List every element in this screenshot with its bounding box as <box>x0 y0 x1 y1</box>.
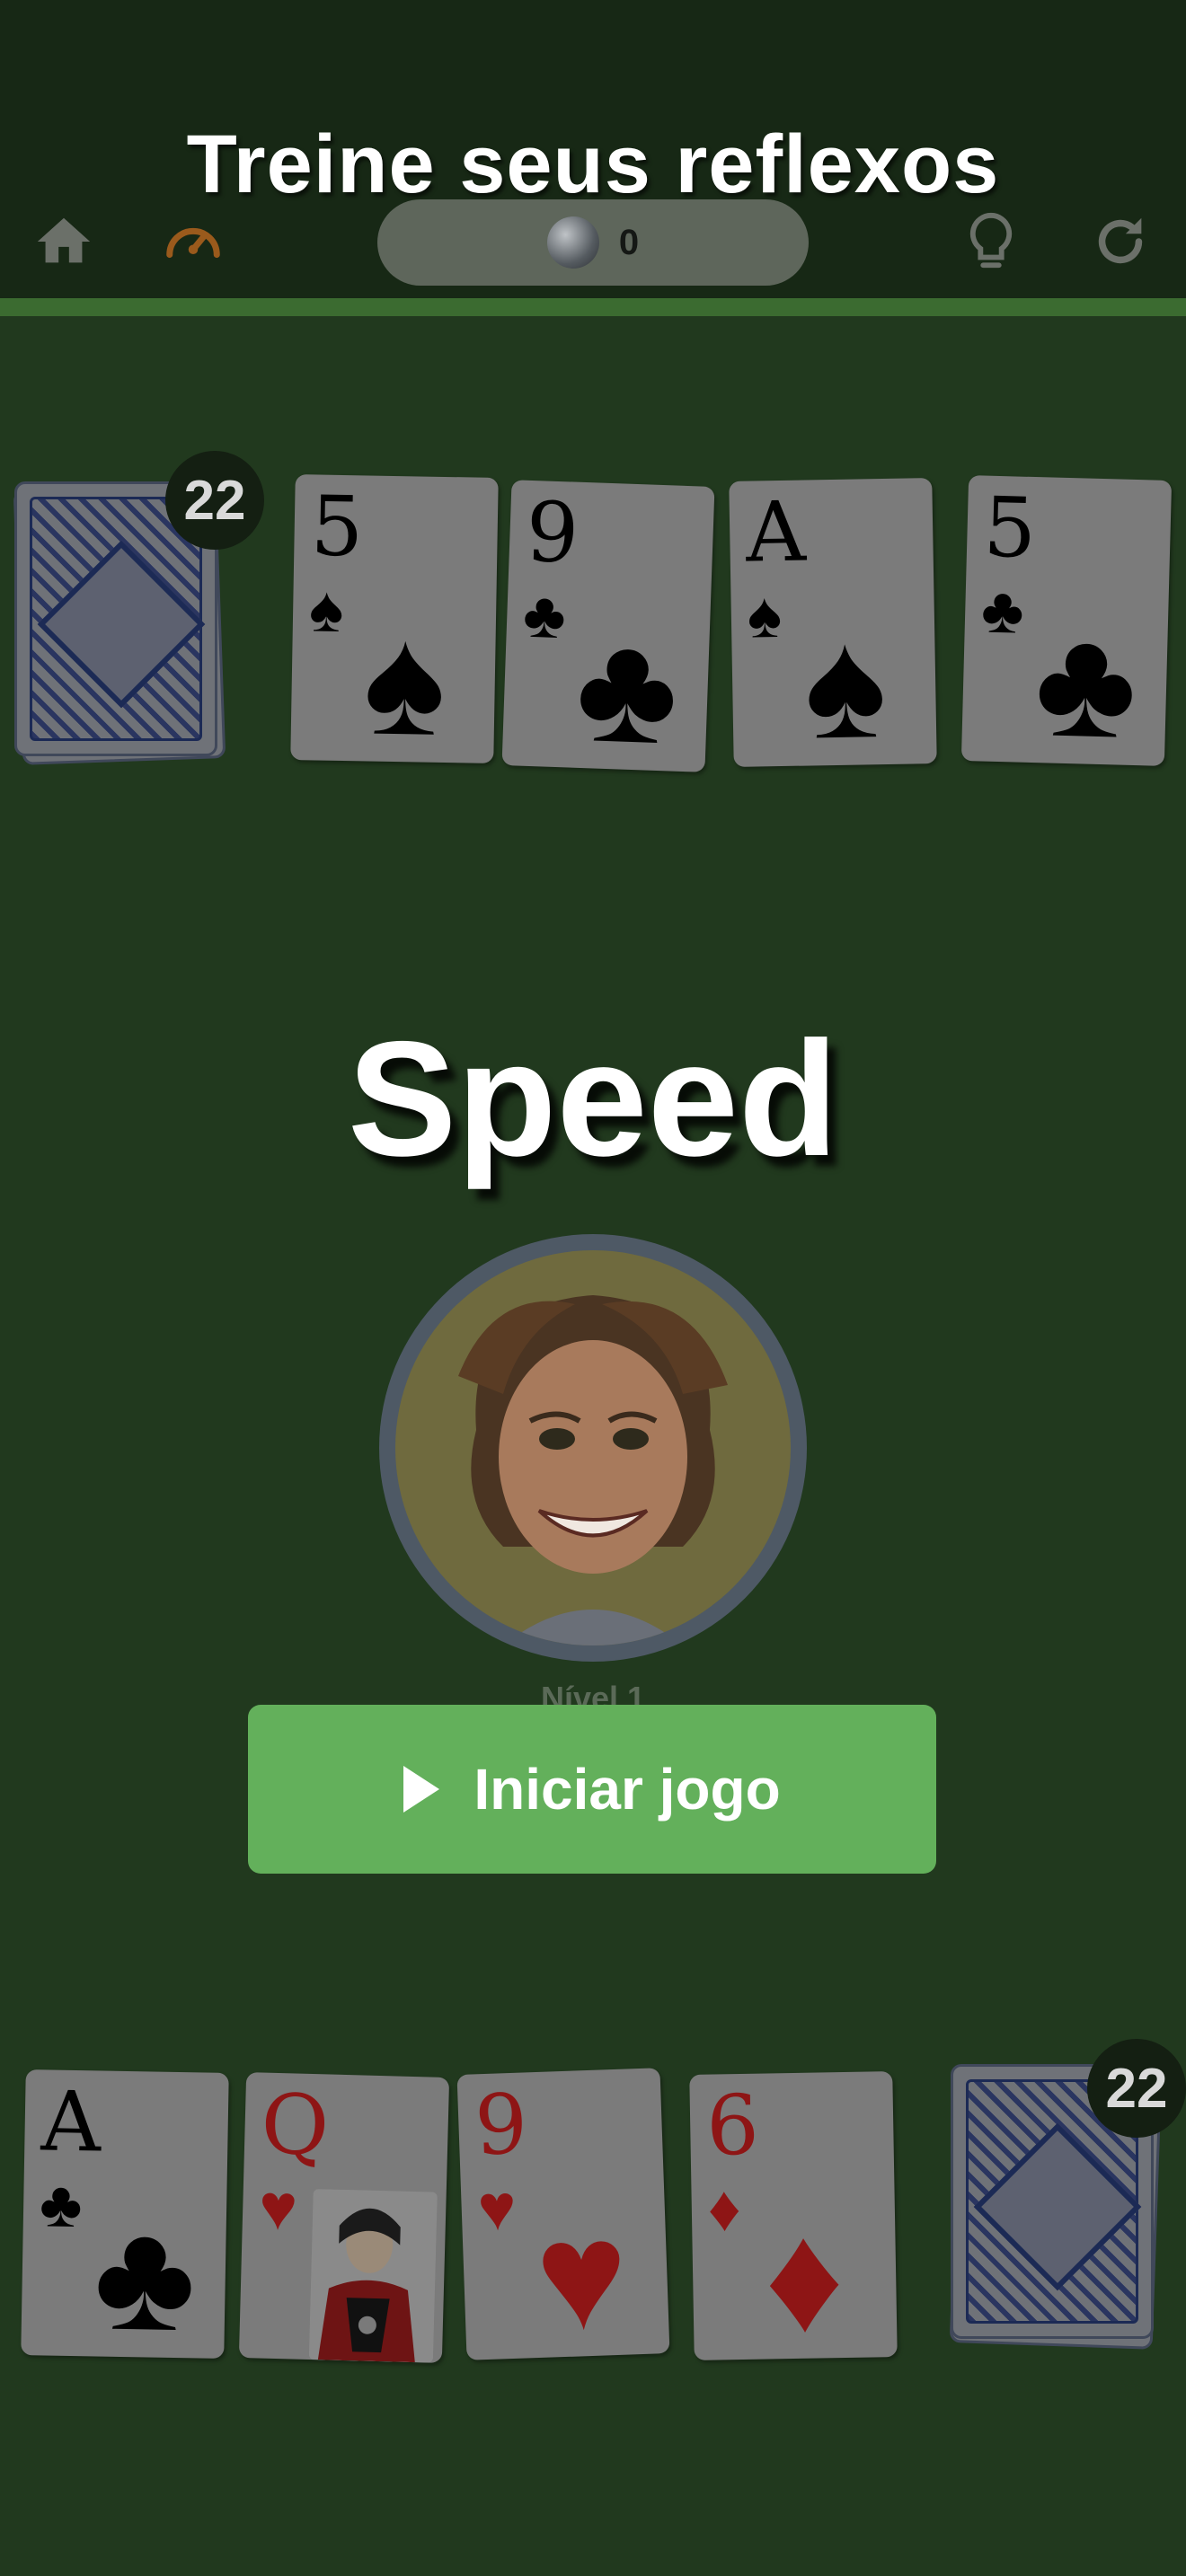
start-game-label: Iniciar jogo <box>474 1757 781 1822</box>
player-card[interactable]: 6 ♦ ♦ <box>689 2071 898 2360</box>
player-card[interactable]: A ♣ ♣ <box>21 2069 229 2359</box>
opponent-card[interactable]: 5 ♠ ♠ <box>290 474 499 763</box>
opponent-card[interactable]: 5 ♣ ♣ <box>960 475 1173 766</box>
opponent-deck-count: 22 <box>165 451 264 550</box>
coin-count: 0 <box>618 222 640 262</box>
player-card[interactable]: 9 ♥ ♥ <box>456 2068 670 2360</box>
lightbulb-icon[interactable] <box>960 210 1022 273</box>
top-bar-divider <box>0 298 1186 316</box>
game-title: Speed <box>347 1007 839 1190</box>
player-card[interactable]: Q ♥ <box>238 2072 450 2363</box>
opponent-card[interactable]: 9 ♣ ♣ <box>501 480 715 772</box>
coin-icon <box>546 216 599 269</box>
opponent-avatar <box>379 1234 807 1662</box>
home-icon[interactable] <box>32 210 95 273</box>
queen-portrait <box>308 2189 438 2363</box>
opponent-card[interactable]: A ♠ ♠ <box>729 478 937 767</box>
play-icon <box>403 1766 440 1813</box>
speedometer-icon[interactable] <box>162 210 225 273</box>
refresh-icon[interactable] <box>1089 210 1152 273</box>
coin-counter: 0 <box>377 199 809 286</box>
start-game-button[interactable]: Iniciar jogo <box>248 1705 936 1874</box>
player-deck-count: 22 <box>1087 2039 1186 2138</box>
